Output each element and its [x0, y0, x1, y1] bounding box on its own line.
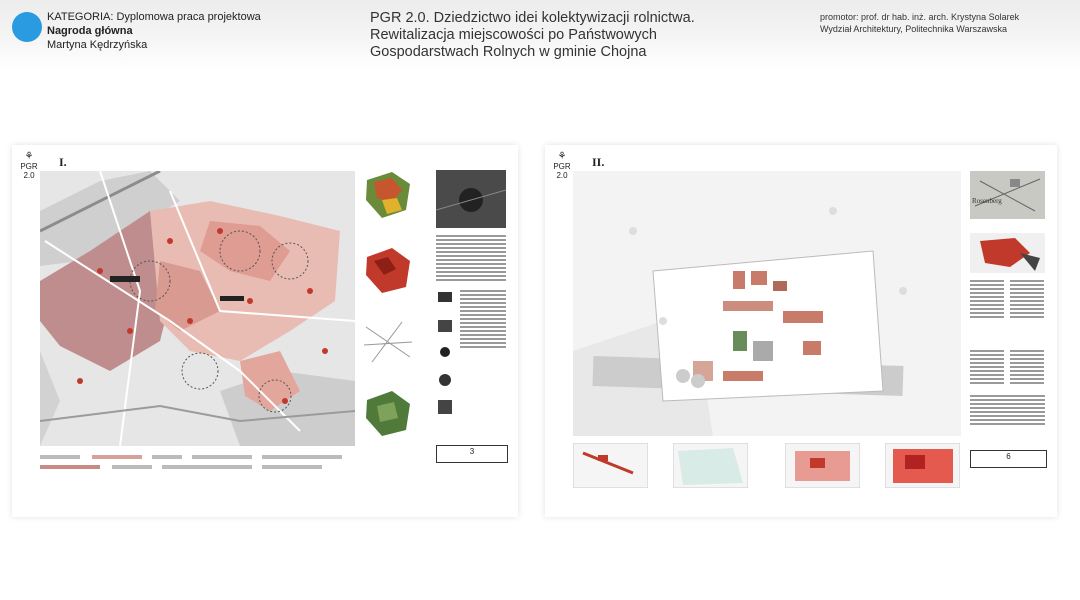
board2-plan-3 — [785, 443, 860, 488]
board2-plan-2 — [673, 443, 748, 488]
pgr-logo-icon: ⚘ — [557, 151, 567, 162]
board2-logo: ⚘ PGR 2.0 — [551, 151, 573, 180]
faculty-label: Wydział Architektury, Politechnika Warsz… — [820, 24, 1007, 34]
board1-text-1 — [436, 235, 506, 283]
board1-logo-text: PGR 2.0 — [20, 162, 38, 180]
board2-sheet-number: 6 — [970, 450, 1047, 468]
board-1: ⚘ PGR 2.0 I. 3 — [12, 145, 518, 517]
board1-logo: ⚘ PGR 2.0 — [18, 151, 40, 180]
board2-legend-4 — [1010, 350, 1044, 386]
board1-aerial-photo — [436, 170, 506, 228]
category-badge-icon — [12, 12, 42, 42]
board2-numeral: II. — [592, 155, 605, 169]
header-left: KATEGORIA: Dyplomowa praca projektowa Na… — [47, 10, 261, 52]
award-label: Nagroda główna — [47, 25, 133, 37]
board2-plan-4 — [885, 443, 960, 488]
title-line-3: Gospodarstwach Rolnych w gminie Chojna — [370, 44, 647, 60]
board2-legend-3 — [970, 350, 1004, 386]
promotor-label: promotor: prof. dr hab. inż. arch. Kryst… — [820, 12, 1020, 22]
header-bar: KATEGORIA: Dyplomowa praca projektowa Na… — [0, 0, 1080, 70]
board1-icons — [436, 290, 456, 430]
board2-plan-1 — [573, 443, 648, 488]
project-title: PGR 2.0. Dziedzictwo idei kolektywizacji… — [370, 10, 695, 61]
board1-main-map — [40, 171, 355, 446]
historic-map-label: Rosenberg — [972, 197, 1002, 205]
title-line-1: PGR 2.0. Dziedzictwo idei kolektywizacji… — [370, 10, 695, 26]
board1-thumb-1 — [362, 170, 414, 222]
board2-color-plan — [970, 233, 1045, 273]
board2-historic-map — [970, 171, 1045, 219]
board2-logo-text: PGR 2.0 — [553, 162, 571, 180]
board1-thumb-2 — [362, 245, 414, 297]
header-right: promotor: prof. dr hab. inż. arch. Kryst… — [820, 11, 1019, 35]
board2-legend-2 — [1010, 280, 1044, 320]
title-line-2: Rewitalizacja miejscowości po Państwowyc… — [370, 27, 657, 43]
board1-sheet-number: 3 — [436, 445, 508, 463]
board2-legend-5 — [970, 395, 1045, 427]
board1-numeral: I. — [59, 155, 67, 169]
category-label: KATEGORIA: Dyplomowa praca projektowa — [47, 11, 261, 23]
board1-thumb-4 — [362, 388, 414, 440]
board1-text-2 — [460, 290, 506, 350]
board1-thumb-3 — [362, 317, 414, 369]
pgr-logo-icon: ⚘ — [24, 151, 34, 162]
board2-legend-1 — [970, 280, 1004, 320]
author-name: Martyna Kędrzyńska — [47, 39, 148, 51]
board-2: ⚘ PGR 2.0 II. Rosenberg 6 — [545, 145, 1057, 517]
board2-site-plan — [573, 171, 961, 436]
